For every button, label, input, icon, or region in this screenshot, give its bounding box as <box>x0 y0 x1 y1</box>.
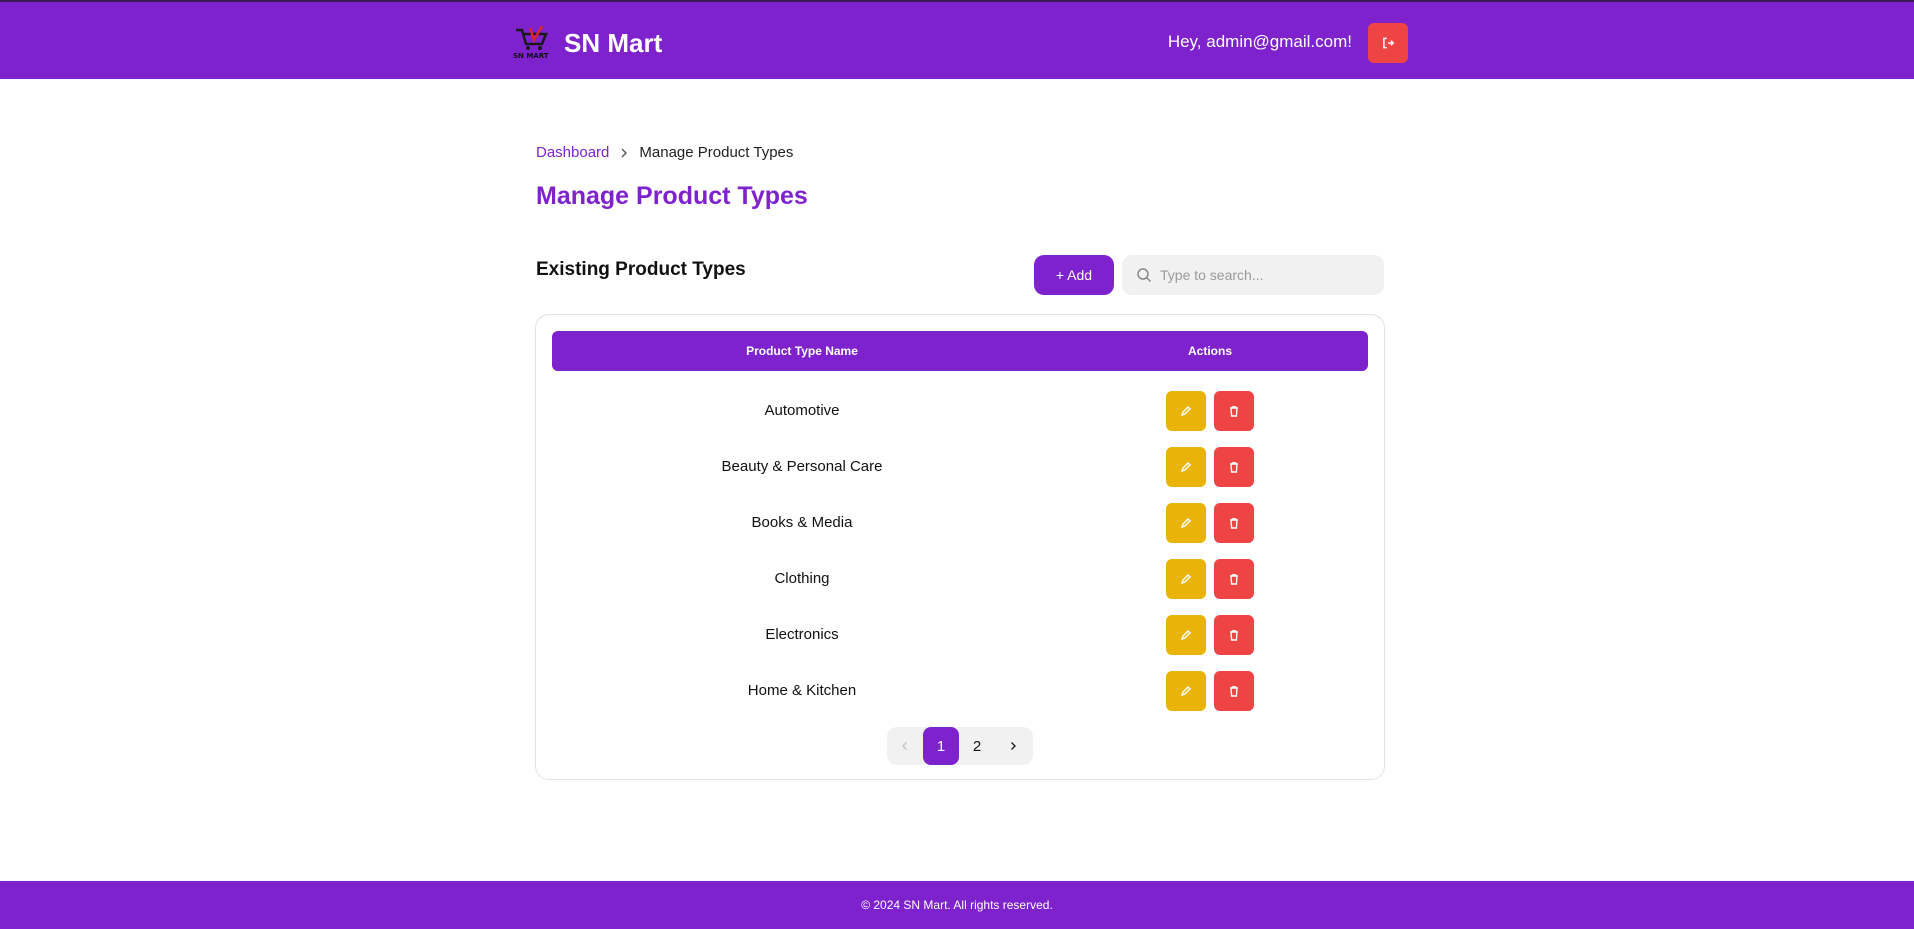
edit-button[interactable] <box>1166 503 1206 543</box>
row-actions <box>1052 663 1368 719</box>
add-product-type-button[interactable]: + Add <box>1034 255 1114 295</box>
delete-button[interactable] <box>1214 671 1254 711</box>
trash-icon <box>1230 406 1238 417</box>
logout-icon <box>1383 37 1395 49</box>
pencil-icon <box>1180 686 1191 697</box>
prev-page-button[interactable] <box>887 728 923 764</box>
logo: SN MART <box>512 25 554 60</box>
breadcrumb-dashboard-link[interactable]: Dashboard <box>536 144 609 161</box>
delete-button[interactable] <box>1214 503 1254 543</box>
search-icon <box>1137 268 1152 283</box>
page-button-2[interactable]: 2 <box>959 728 995 764</box>
breadcrumb: Dashboard Manage Product Types <box>536 144 793 161</box>
pagination: 1 2 <box>887 727 1033 765</box>
product-type-name: Electronics <box>765 626 839 643</box>
logout-button[interactable] <box>1368 23 1408 63</box>
edit-button[interactable] <box>1166 671 1206 711</box>
table-row: Clothing <box>552 551 1368 607</box>
brand[interactable]: SN MART SN Mart <box>512 25 663 60</box>
edit-button[interactable] <box>1166 447 1206 487</box>
product-type-name: Beauty & Personal Care <box>721 458 883 475</box>
edit-button[interactable] <box>1166 615 1206 655</box>
row-actions <box>1052 551 1368 607</box>
chevron-left-icon <box>902 742 907 750</box>
brand-name: SN Mart <box>564 27 663 58</box>
column-header-name: Product Type Name <box>746 344 858 358</box>
trash-icon <box>1230 462 1238 473</box>
chevron-right-icon <box>619 148 629 158</box>
edit-button[interactable] <box>1166 559 1206 599</box>
delete-button[interactable] <box>1214 447 1254 487</box>
shopping-cart-logo-icon: SN MART <box>513 25 549 60</box>
edit-button[interactable] <box>1166 391 1206 431</box>
table-header: Product Type Name Actions <box>552 331 1368 371</box>
row-actions <box>1052 607 1368 663</box>
table-row: Home & Kitchen <box>552 663 1368 719</box>
product-type-name: Clothing <box>774 570 830 587</box>
table-row: Electronics <box>552 607 1368 663</box>
product-type-name: Automotive <box>764 402 840 419</box>
table-row: Automotive <box>552 383 1368 439</box>
trash-icon <box>1230 630 1238 641</box>
delete-button[interactable] <box>1214 391 1254 431</box>
page-button-1[interactable]: 1 <box>923 727 959 765</box>
svg-text:SN MART: SN MART <box>513 52 549 60</box>
user-greeting: Hey, admin@gmail.com! <box>1167 32 1352 51</box>
pencil-icon <box>1180 574 1191 585</box>
search-box <box>1122 255 1384 295</box>
product-type-name: Home & Kitchen <box>747 682 857 699</box>
product-types-table-card: Product Type Name Actions Automotive Bea… <box>535 314 1385 780</box>
delete-button[interactable] <box>1214 615 1254 655</box>
chevron-right-icon <box>1011 742 1016 750</box>
row-actions <box>1052 383 1368 439</box>
pencil-icon <box>1180 518 1191 529</box>
pencil-icon <box>1180 406 1191 417</box>
search-input[interactable] <box>1160 267 1370 283</box>
page-title: Manage Product Types <box>536 182 808 210</box>
product-type-name: Books & Media <box>751 514 853 531</box>
table-row: Books & Media <box>552 495 1368 551</box>
row-actions <box>1052 495 1368 551</box>
column-header-actions: Actions <box>1187 344 1232 358</box>
top-navbar: SN MART SN Mart Hey, admin@gmail.com! <box>0 0 1914 79</box>
footer: © 2024 SN Mart. All rights reserved. <box>0 881 1914 929</box>
trash-icon <box>1230 686 1238 697</box>
pencil-icon <box>1180 630 1191 641</box>
delete-button[interactable] <box>1214 559 1254 599</box>
trash-icon <box>1230 518 1238 529</box>
row-actions <box>1052 439 1368 495</box>
breadcrumb-current: Manage Product Types <box>639 144 794 161</box>
pencil-icon <box>1180 462 1191 473</box>
table-row: Beauty & Personal Care <box>552 439 1368 495</box>
section-title: Existing Product Types <box>536 259 746 280</box>
next-page-button[interactable] <box>995 728 1031 764</box>
trash-icon <box>1230 574 1238 585</box>
